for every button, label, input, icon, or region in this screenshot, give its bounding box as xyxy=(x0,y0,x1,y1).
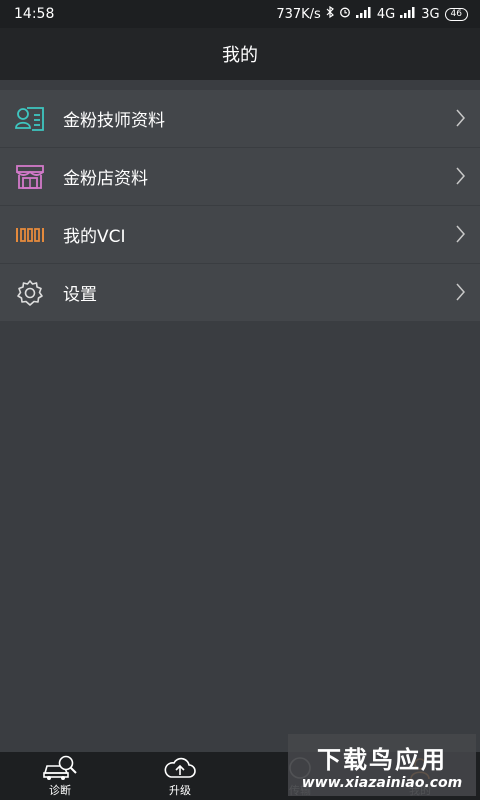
network-type-1: 4G xyxy=(376,6,396,22)
cloud-upgrade-icon xyxy=(164,757,196,778)
chevron-right-icon xyxy=(456,167,466,189)
technician-card-icon xyxy=(14,103,46,135)
menu-label-settings: 设置 xyxy=(63,285,97,305)
menu-item-technician-profile[interactable]: 金粉技师资料 xyxy=(0,90,480,148)
network-speed: 737K/s xyxy=(276,6,321,22)
tab-upgrade-label: 升级 xyxy=(169,784,191,797)
watermark-title: 下载鸟应用 xyxy=(317,745,447,774)
status-bar: 14:58 737K/s 4G 3G 46 xyxy=(0,0,480,28)
menu-label-store-profile: 金粉店资料 xyxy=(63,169,148,189)
menu-item-settings[interactable]: 设置 xyxy=(0,264,480,321)
tab-upgrade[interactable]: 升级 xyxy=(120,752,240,800)
battery-indicator: 46 xyxy=(444,7,468,21)
signal-icon-2 xyxy=(400,6,416,22)
profile-menu: 金粉技师资料 金粉店资料 我的VCI 设置 xyxy=(0,90,480,321)
vci-device-icon xyxy=(14,219,46,251)
store-icon xyxy=(14,161,46,193)
network-type-2: 3G xyxy=(421,6,440,22)
alarm-icon xyxy=(339,6,351,22)
chevron-right-icon xyxy=(456,283,466,305)
menu-item-my-vci[interactable]: 我的VCI xyxy=(0,206,480,264)
chevron-right-icon xyxy=(456,109,466,131)
signal-icon xyxy=(355,6,372,22)
tab-diagnose[interactable]: 诊断 xyxy=(0,752,120,800)
gear-icon xyxy=(14,277,46,309)
chevron-right-icon xyxy=(456,225,466,247)
menu-label-my-vci: 我的VCI xyxy=(63,227,126,247)
title-bar: 我的 xyxy=(0,28,480,80)
menu-item-store-profile[interactable]: 金粉店资料 xyxy=(0,148,480,206)
menu-label-technician-profile: 金粉技师资料 xyxy=(63,111,165,131)
status-time: 14:58 xyxy=(14,6,55,22)
page-title: 我的 xyxy=(222,45,258,66)
watermark: 下载鸟应用 www.xiazainiao.com xyxy=(288,734,476,796)
tab-diagnose-label: 诊断 xyxy=(49,784,71,797)
diagnose-car-icon xyxy=(43,755,77,780)
watermark-url: www.xiazainiao.com xyxy=(301,774,463,791)
status-indicators: 737K/s 4G 3G 46 xyxy=(276,5,468,22)
bluetooth-icon xyxy=(326,5,334,22)
